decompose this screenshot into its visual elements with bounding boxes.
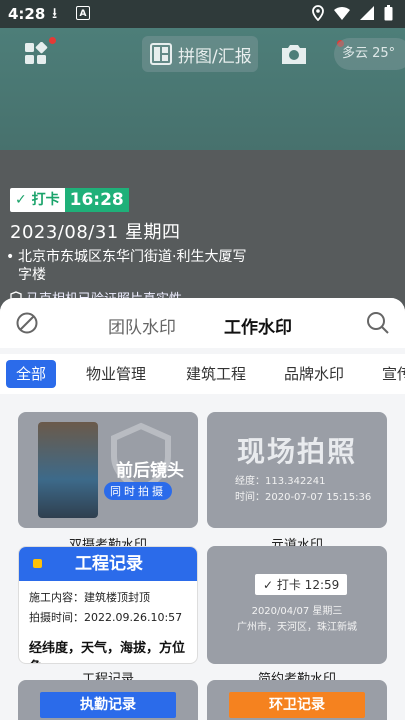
card-title: 现场拍照	[236, 435, 357, 468]
watermark-grid: 前后镜头 同时拍摄 双摄考勤水印 现场拍照 经度：113.342241 时间：2…	[0, 394, 405, 720]
collage-icon	[150, 43, 172, 65]
battery-icon	[384, 5, 393, 21]
app-notification-icon: A	[76, 6, 90, 20]
card-line: 2020/04/07 星期三	[251, 606, 343, 617]
punch-label-text: 打卡	[31, 192, 60, 208]
category-brand[interactable]: 品牌水印	[284, 360, 344, 388]
tab-team-watermark[interactable]: 团队水印	[108, 313, 176, 338]
watermark-address: 北京市东城区东华门街道·利生大厦写字楼	[6, 248, 258, 284]
download-icon: ⭳	[52, 4, 58, 22]
watermark-card-sanitation[interactable]: 环卫记录	[207, 680, 387, 720]
camera-toolbar: 拼图/汇报 多云 25°	[0, 36, 405, 76]
card-line: 时间：2020-07-07 15:15:36	[235, 492, 372, 503]
punch-label: ✓ 打卡	[10, 188, 65, 212]
category-promo[interactable]: 宣传	[382, 360, 405, 388]
watermark-card-dual-camera[interactable]: 前后镜头 同时拍摄	[18, 412, 198, 528]
category-construction[interactable]: 建筑工程	[186, 360, 246, 388]
wifi-icon	[334, 7, 350, 20]
card-title: 执勤记录	[40, 692, 176, 718]
punch-time: 16:28	[64, 188, 129, 212]
watermark-preview[interactable]: ✓ 打卡 16:28 2023/08/31 星期四 北京市东城区东华门街道·利生…	[6, 188, 258, 307]
notification-dot	[49, 37, 56, 44]
no-watermark-icon[interactable]	[16, 312, 38, 334]
card-title: 前后镜头	[116, 461, 184, 481]
watermark-date: 2023/08/31 星期四	[10, 222, 181, 243]
status-bar: 4:28 ⭳ A	[0, 0, 405, 28]
card-line: 拍摄时间：2022.09.26.10:57	[29, 611, 183, 624]
collage-report-button[interactable]: 拼图/汇报	[142, 36, 258, 72]
apps-grid-icon[interactable]	[24, 42, 48, 66]
sheet-header: 团队水印 工作水印	[0, 298, 405, 348]
watermark-card-engineering[interactable]: 工程记录 施工内容：建筑楼顶封顶 拍摄时间：2022.09.26.10:57 经…	[18, 546, 198, 664]
location-icon	[312, 5, 324, 21]
card-subtitle: 同时拍摄	[104, 482, 172, 500]
card-line: 施工内容：建筑楼顶封顶	[29, 591, 150, 604]
weather-pill[interactable]: 多云 25°	[334, 38, 405, 70]
switch-camera-icon[interactable]	[280, 42, 308, 66]
card-badge: ✓ 打卡 12:59	[255, 574, 348, 595]
punch-badge: ✓ 打卡 16:28	[10, 188, 258, 212]
status-time: 4:28	[8, 5, 46, 23]
card-line: 经度：113.342241	[235, 476, 326, 487]
yellow-square-icon	[33, 559, 42, 568]
card-title: 环卫记录	[229, 692, 365, 718]
watermark-card-site[interactable]: 现场拍照 经度：113.342241 时间：2020-07-07 15:15:3…	[207, 412, 387, 528]
check-icon: ✓	[15, 192, 32, 208]
search-icon[interactable]	[366, 311, 390, 335]
signal-icon	[360, 6, 374, 20]
category-bar: 全部 物业管理 建筑工程 品牌水印 宣传	[0, 354, 405, 394]
card-line: 广州市，天河区，珠江新城	[237, 622, 357, 633]
watermark-card-simple-attendance[interactable]: ✓ 打卡 12:59 2020/04/07 星期三 广州市，天河区，珠江新城	[207, 546, 387, 664]
photo-thumbnail	[38, 422, 98, 518]
collage-label: 拼图/汇报	[178, 46, 252, 67]
tab-work-watermark[interactable]: 工作水印	[224, 313, 292, 338]
watermark-sheet: 团队水印 工作水印 全部 物业管理 建筑工程 品牌水印 宣传 前后镜头 同时拍摄…	[0, 298, 405, 720]
card-title: 工程记录	[19, 547, 197, 581]
status-icons	[312, 5, 393, 21]
card-line: 经纬度，天气，海拔，方位角	[29, 641, 186, 663]
category-property[interactable]: 物业管理	[86, 360, 146, 388]
watermark-card-duty[interactable]: 执勤记录	[18, 680, 198, 720]
category-all[interactable]: 全部	[6, 360, 57, 388]
